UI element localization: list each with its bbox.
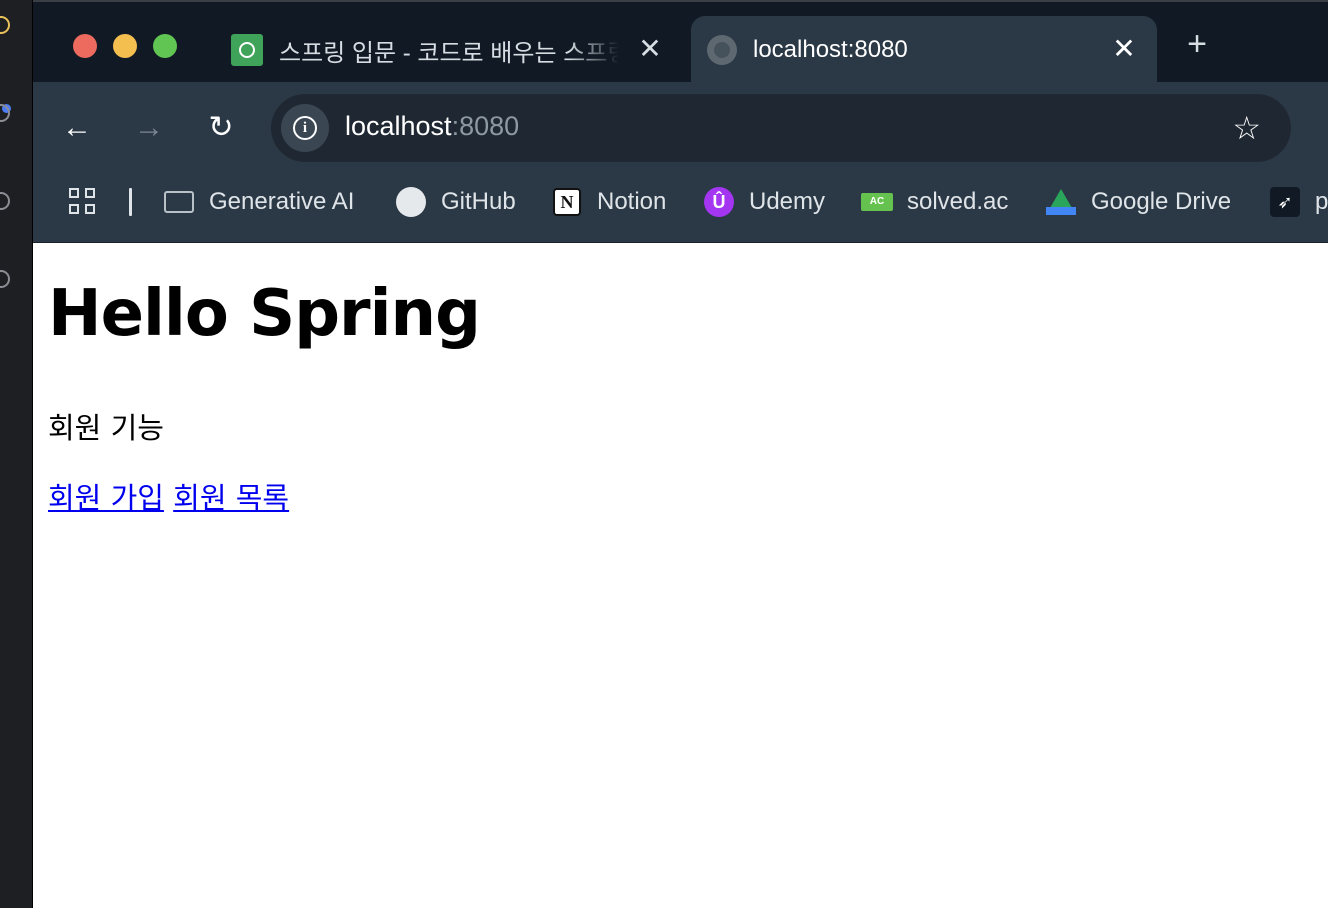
bookmark-p[interactable]: ➶ p	[1269, 182, 1328, 222]
dock-app-icon[interactable]	[0, 16, 10, 34]
close-icon[interactable]: ✕	[1109, 34, 1139, 64]
bookmarks-separator	[129, 188, 132, 216]
page-title: Hello Spring	[48, 277, 481, 351]
udemy-icon: Û	[704, 187, 734, 217]
google-drive-icon	[1046, 189, 1076, 215]
toolbar: ← → ↻ i localhost:8080 ☆	[33, 82, 1328, 176]
close-icon[interactable]: ✕	[635, 34, 665, 64]
dock-app-icon[interactable]	[0, 270, 10, 288]
member-links: 회원 가입 회원 목록	[48, 475, 289, 517]
bookmark-generative-ai[interactable]: Generative AI	[163, 182, 354, 222]
bookmark-google-drive[interactable]: Google Drive	[1045, 182, 1231, 222]
minimize-window-button[interactable]	[113, 34, 137, 58]
bookmark-label: Notion	[597, 188, 667, 215]
bookmark-github[interactable]: GitHub	[395, 182, 516, 222]
reload-icon[interactable]: ↻	[201, 108, 241, 148]
notion-icon: N	[553, 188, 581, 216]
tab-title: 스프링 입문 - 코드로 배우는 스프링 부트, 웹 MVC, DB 접근 기술	[279, 39, 619, 67]
url-host: localhost	[345, 111, 452, 141]
new-tab-button[interactable]: +	[1179, 24, 1215, 64]
tab-inflearn[interactable]: 스프링 입문 - 코드로 배우는 스프링 부트, 웹 MVC, DB 접근 기술…	[219, 16, 679, 84]
browser-window: 스프링 입문 - 코드로 배우는 스프링 부트, 웹 MVC, DB 접근 기술…	[33, 0, 1328, 908]
github-icon	[396, 187, 426, 217]
apps-grid-icon[interactable]	[69, 188, 99, 218]
url-text[interactable]: localhost:8080	[345, 111, 519, 142]
bookmark-label: solved.ac	[907, 188, 1009, 215]
site-info-button[interactable]: i	[281, 104, 329, 152]
page-subtitle: 회원 기능	[48, 411, 164, 445]
bookmark-label: Google Drive	[1091, 188, 1232, 215]
info-icon: i	[293, 116, 317, 140]
folder-icon	[164, 191, 194, 213]
globe-icon	[707, 35, 737, 65]
close-window-button[interactable]	[73, 34, 97, 58]
inflearn-icon	[231, 34, 263, 66]
bookmark-star-icon[interactable]: ☆	[1232, 108, 1261, 148]
bookmark-label: GitHub	[441, 188, 516, 215]
tab-localhost[interactable]: localhost:8080 ✕	[691, 16, 1157, 84]
bookmark-label: p	[1315, 188, 1328, 215]
tab-strip: 스프링 입문 - 코드로 배우는 스프링 부트, 웹 MVC, DB 접근 기술…	[33, 0, 1328, 84]
bookmark-udemy[interactable]: Û Udemy	[703, 182, 825, 222]
dock-app-icon[interactable]	[0, 192, 10, 210]
bird-icon: ➶	[1270, 187, 1300, 217]
forward-arrow-icon[interactable]: →	[129, 108, 169, 148]
bookmark-label: Udemy	[749, 188, 826, 215]
left-dock	[0, 0, 33, 908]
member-join-link[interactable]: 회원 가입	[48, 481, 164, 515]
bookmarks-bar: Generative AI GitHub N Notion Û Udemy AC…	[33, 176, 1328, 243]
bookmark-label: Generative AI	[209, 188, 355, 215]
tab-title: localhost:8080	[753, 36, 908, 63]
member-list-link[interactable]: 회원 목록	[173, 481, 289, 515]
url-port: :8080	[451, 111, 520, 141]
fullscreen-window-button[interactable]	[153, 34, 177, 58]
address-bar[interactable]: i localhost:8080 ☆	[271, 94, 1291, 162]
bookmark-notion[interactable]: N Notion	[551, 182, 666, 222]
back-arrow-icon[interactable]: ←	[57, 108, 97, 148]
solved-ac-icon: AC	[861, 193, 893, 211]
bookmark-solved-ac[interactable]: AC solved.ac	[861, 182, 1008, 222]
page-content: Hello Spring 회원 기능 회원 가입 회원 목록	[33, 243, 1328, 908]
